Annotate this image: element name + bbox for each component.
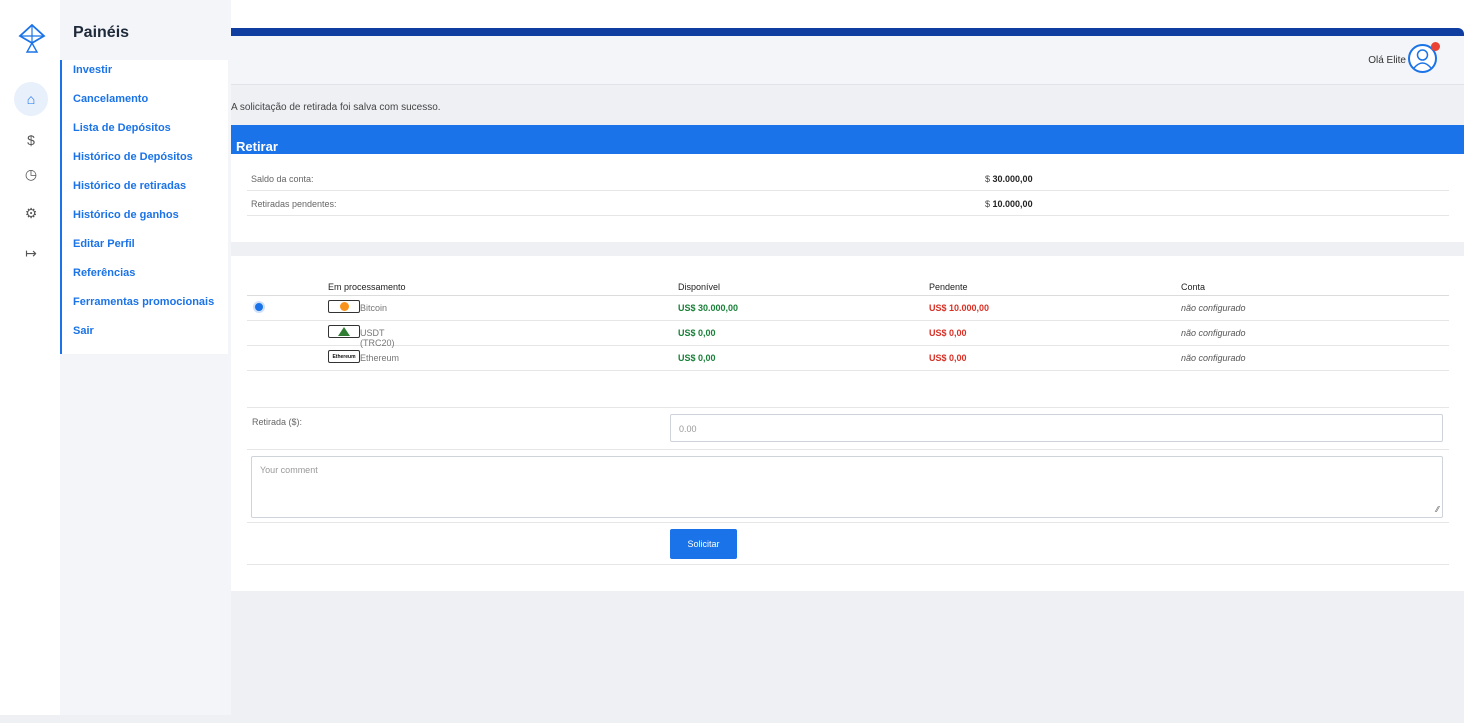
- pending-value: US$ 0,00: [929, 328, 967, 338]
- submit-button[interactable]: Solicitar: [670, 529, 737, 559]
- sidebar-item-historico-retiradas[interactable]: Histórico de retiradas: [62, 176, 228, 205]
- withdraw-card: Retirar Saldo da conta: $ 30.000,00 Reti…: [231, 125, 1464, 591]
- section-separator: [231, 242, 1464, 256]
- available-value: US$ 30.000,00: [678, 303, 739, 313]
- gear-glyph: ⚙: [24, 204, 38, 221]
- sidebar-item-historico-depositos[interactable]: Histórico de Depósitos: [62, 147, 228, 176]
- processor-table: Em processamento Disponível Pendente Con…: [247, 277, 1449, 371]
- clock-glyph: ◷: [24, 165, 38, 182]
- balance-row: Saldo da conta: $ 30.000,00: [247, 166, 1449, 191]
- comment-placeholder: Your comment: [260, 465, 318, 475]
- processor-name: Ethereum: [360, 353, 400, 363]
- kite-logo-icon[interactable]: [18, 24, 46, 54]
- processor-radio[interactable]: [253, 301, 265, 315]
- withdraw-amount-input[interactable]: 0.00: [670, 414, 1443, 442]
- balance-label: Saldo da conta:: [251, 174, 314, 184]
- account-status: não configurado: [1181, 353, 1246, 363]
- sidebar-item-lista-depositos[interactable]: Lista de Depósitos: [62, 118, 228, 147]
- logout-glyph: ↦: [25, 244, 37, 261]
- notification-dot: [1431, 42, 1440, 51]
- ethereum-icon: Ethereum: [328, 350, 360, 363]
- col-processor: Em processamento: [328, 282, 406, 292]
- sidebar-item-cancelamento[interactable]: Cancelamento: [62, 89, 228, 118]
- resize-handle-icon[interactable]: ⁄⁄: [1436, 505, 1439, 514]
- usdt-icon: [328, 325, 360, 338]
- processor-name: USDT (TRC20): [360, 328, 395, 348]
- pending-value: $ 10.000,00: [985, 199, 1033, 209]
- home-icon[interactable]: ⌂: [14, 82, 48, 116]
- logout-icon[interactable]: ↦: [14, 236, 48, 270]
- pending-row: Retiradas pendentes: $ 10.000,00: [247, 191, 1449, 216]
- available-value: US$ 0,00: [678, 328, 716, 338]
- bitcoin-coin-icon: [339, 302, 349, 311]
- main-content: Olá Elite A solicitação de retirada foi …: [231, 36, 1464, 723]
- bitcoin-icon: [328, 300, 360, 313]
- sidebar-item-ferramentas[interactable]: Ferramentas promocionais: [62, 292, 228, 321]
- table-row[interactable]: Ethereum Ethereum US$ 0,00 US$ 0,00 não …: [247, 346, 1449, 371]
- pending-value: US$ 10.000,00: [929, 303, 990, 313]
- dollar-glyph: $: [27, 132, 35, 148]
- icon-rail: ⌂ $ ◷ ⚙ ↦: [0, 0, 60, 723]
- account-status: não configurado: [1181, 328, 1246, 338]
- home-glyph: ⌂: [26, 91, 36, 107]
- user-greeting: Olá Elite: [1368, 55, 1406, 66]
- ethereum-badge-text: Ethereum: [332, 353, 356, 360]
- success-message: A solicitação de retirada foi salva com …: [231, 102, 441, 113]
- pending-amount: 10.000,00: [992, 199, 1033, 209]
- col-account: Conta: [1181, 282, 1206, 292]
- bottom-strip: [0, 715, 231, 723]
- processor-name: Bitcoin: [360, 303, 388, 313]
- table-header: Em processamento Disponível Pendente Con…: [247, 277, 1449, 296]
- header: Olá Elite: [231, 36, 1464, 85]
- pending-label: Retiradas pendentes:: [251, 199, 337, 209]
- divider: [247, 449, 1449, 450]
- available-value: US$ 0,00: [678, 353, 716, 363]
- balance-value: $ 30.000,00: [985, 174, 1033, 184]
- col-available: Disponível: [678, 282, 721, 292]
- gear-icon[interactable]: ⚙: [14, 196, 48, 230]
- sidebar-item-historico-ganhos[interactable]: Histórico de ganhos: [62, 205, 228, 234]
- pending-value: US$ 0,00: [929, 353, 967, 363]
- divider: [247, 407, 1449, 408]
- sidebar-item-editar-perfil[interactable]: Editar Perfil: [62, 234, 228, 263]
- col-pending: Pendente: [929, 282, 968, 292]
- sidebar: Painéis Investir Cancelamento Lista de D…: [60, 0, 231, 723]
- sidebar-item-sair[interactable]: Sair: [62, 321, 228, 350]
- comment-textarea[interactable]: Your comment ⁄⁄: [251, 456, 1443, 518]
- sidebar-item-investir[interactable]: Investir: [62, 60, 228, 89]
- tron-triangle-icon: [338, 327, 350, 336]
- clock-icon[interactable]: ◷: [14, 157, 48, 191]
- table-row[interactable]: Bitcoin US$ 30.000,00 US$ 10.000,00 não …: [247, 296, 1449, 321]
- dollar-icon[interactable]: $: [14, 123, 48, 157]
- radio-selected[interactable]: [253, 301, 265, 313]
- sidebar-item-referencias[interactable]: Referências: [62, 263, 228, 292]
- user-icon: [1413, 49, 1432, 69]
- withdraw-amount-label: Retirada ($):: [252, 417, 303, 427]
- sidebar-title: Painéis: [73, 24, 130, 41]
- account-status: não configurado: [1181, 303, 1246, 313]
- sidebar-menu: Investir Cancelamento Lista de Depósitos…: [60, 60, 228, 354]
- topbar-accent: [231, 28, 1464, 36]
- balance-currency: $: [985, 174, 991, 184]
- pending-currency: $: [985, 199, 991, 209]
- divider: [247, 522, 1449, 523]
- balance-amount: 30.000,00: [992, 174, 1033, 184]
- divider: [247, 564, 1449, 565]
- table-row[interactable]: USDT (TRC20) US$ 0,00 US$ 0,00 não confi…: [247, 321, 1449, 348]
- withdraw-title: Retirar: [231, 125, 1464, 154]
